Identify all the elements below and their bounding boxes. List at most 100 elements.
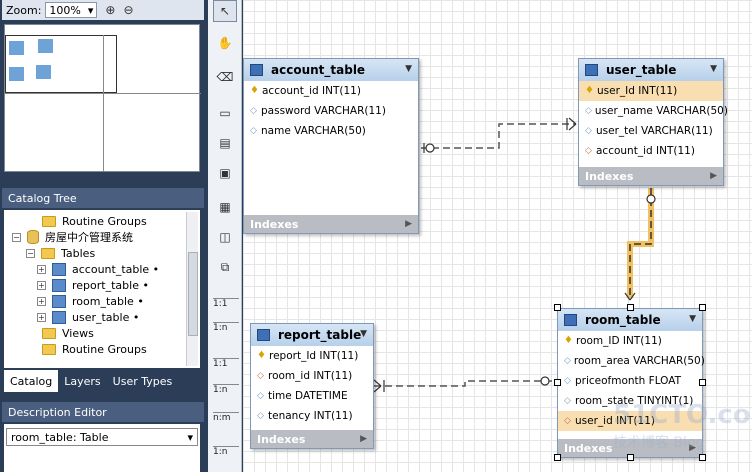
table-tool-icon[interactable]: ▦ bbox=[213, 196, 237, 218]
column-label: priceofmonth FLOAT bbox=[575, 375, 682, 387]
tree-item-table[interactable]: + report_table • bbox=[37, 277, 149, 293]
expand-arrow-icon[interactable]: ▶ bbox=[360, 434, 367, 444]
entity-header[interactable]: report_table ▼ bbox=[251, 324, 373, 346]
layer-tool-icon[interactable]: ▭ bbox=[213, 102, 237, 124]
column-row[interactable]: ♦ room_ID INT(11) bbox=[558, 331, 702, 351]
expand-icon[interactable]: + bbox=[37, 296, 46, 306]
relation-1-n-tool[interactable]: 1:n bbox=[213, 322, 239, 340]
column-row[interactable]: ◇ priceofmonth FLOAT bbox=[558, 371, 702, 391]
left-panel: Zoom: 100% ▾ ⊕ ⊖ Catalog Tree Routine Gr… bbox=[0, 0, 208, 472]
column-row[interactable]: ◇ time DATETIME bbox=[251, 386, 373, 406]
tree-item-routine-groups[interactable]: Routine Groups bbox=[42, 213, 147, 229]
expand-icon[interactable]: + bbox=[37, 312, 46, 322]
tree-scrollbar[interactable] bbox=[186, 212, 198, 366]
collapse-arrow-icon[interactable]: ▼ bbox=[689, 314, 696, 324]
relationship-room-report[interactable] bbox=[373, 376, 556, 393]
column-row[interactable]: ◇ name VARCHAR(50) bbox=[244, 121, 418, 141]
relation-1-n-tool[interactable]: 1:n bbox=[213, 384, 239, 402]
primary-key-icon: ♦ bbox=[257, 350, 266, 361]
resize-handle[interactable] bbox=[699, 304, 706, 311]
column-row[interactable]: ◇ room_area VARCHAR(50) bbox=[558, 351, 705, 371]
entity-header[interactable]: account_table ▼ bbox=[244, 59, 418, 81]
column-label: user_Id INT(11) bbox=[597, 85, 678, 97]
resize-handle[interactable] bbox=[554, 454, 561, 461]
navigator-divider bbox=[103, 35, 104, 171]
entity-report-table[interactable]: report_table ▼ ♦ report_Id INT(11) ◇ roo… bbox=[250, 323, 374, 449]
zoom-value: 100% bbox=[49, 3, 81, 17]
collapse-arrow-icon[interactable]: ▼ bbox=[710, 64, 717, 74]
model-navigator[interactable] bbox=[4, 24, 201, 172]
tree-item-label: account_table • bbox=[72, 262, 160, 276]
resize-handle[interactable] bbox=[627, 304, 634, 311]
indexes-section[interactable]: Indexes ▶ bbox=[579, 167, 723, 185]
column-row[interactable]: ◇ user_tel VARCHAR(11) bbox=[579, 121, 723, 141]
resize-handle[interactable] bbox=[699, 454, 706, 461]
column-row[interactable]: ◇ account_id INT(11) bbox=[579, 141, 723, 161]
entity-account-table[interactable]: account_table ▼ ♦ account_id INT(11) ◇ p… bbox=[243, 58, 419, 234]
resize-handle[interactable] bbox=[627, 454, 634, 461]
note-tool-icon[interactable]: ▤ bbox=[213, 132, 237, 154]
view-tool-icon[interactable]: ◫ bbox=[213, 226, 237, 248]
catalog-tree-header: Catalog Tree bbox=[2, 188, 204, 208]
folder-icon bbox=[42, 215, 56, 227]
resize-handle[interactable] bbox=[554, 304, 561, 311]
pointer-tool-icon[interactable]: ↖ bbox=[213, 0, 237, 22]
relation-n-m-tool[interactable]: n:m bbox=[213, 412, 239, 430]
column-row[interactable]: ◇ password VARCHAR(11) bbox=[244, 101, 418, 121]
tab-catalog[interactable]: Catalog bbox=[4, 370, 59, 392]
catalog-tree[interactable]: Routine Groups − 房屋中介管理系统 − Tables + acc… bbox=[4, 210, 200, 368]
diagram-canvas[interactable]: account_table ▼ ♦ account_id INT(11) ◇ p… bbox=[243, 0, 752, 472]
relation-1-1-tool[interactable]: 1:1 bbox=[213, 298, 239, 316]
routine-tool-icon[interactable]: ⧉ bbox=[213, 256, 237, 278]
collapse-icon[interactable]: − bbox=[26, 248, 35, 258]
panel-tabs: Catalog Layers User Types bbox=[4, 370, 200, 392]
zoom-select[interactable]: 100% ▾ bbox=[45, 2, 98, 18]
expand-arrow-icon[interactable]: ▶ bbox=[710, 171, 717, 181]
resize-handle[interactable] bbox=[699, 379, 706, 386]
relation-1-n-tool[interactable]: 1:n bbox=[213, 446, 239, 464]
collapse-icon[interactable]: − bbox=[12, 232, 21, 242]
resize-handle[interactable] bbox=[554, 379, 561, 386]
column-row[interactable]: ◇ tenancy INT(11) bbox=[251, 406, 373, 426]
entity-title: user_table bbox=[606, 63, 677, 77]
entity-header[interactable]: user_table ▼ bbox=[579, 59, 723, 81]
expand-icon[interactable]: + bbox=[37, 280, 46, 290]
object-select-value: room_table: Table bbox=[11, 430, 109, 444]
column-row[interactable]: ♦ user_Id INT(11) bbox=[579, 81, 723, 101]
collapse-arrow-icon[interactable]: ▼ bbox=[360, 329, 367, 339]
eraser-tool-icon[interactable]: ⌫ bbox=[213, 66, 237, 88]
scrollbar-thumb[interactable] bbox=[188, 252, 198, 336]
relation-1-1-tool[interactable]: 1:1 bbox=[213, 358, 239, 376]
tree-item-tables[interactable]: − Tables bbox=[26, 245, 95, 261]
expand-arrow-icon[interactable]: ▶ bbox=[405, 219, 412, 229]
relationship-user-room[interactable] bbox=[624, 188, 656, 301]
tree-item-table[interactable]: + room_table • bbox=[37, 293, 144, 309]
entity-header[interactable]: room_table ▼ bbox=[558, 309, 702, 331]
hand-tool-icon[interactable]: ✋ bbox=[213, 32, 237, 54]
tree-item-table[interactable]: + user_table • bbox=[37, 309, 139, 325]
zoom-label: Zoom: bbox=[6, 3, 42, 17]
tab-user-types[interactable]: User Types bbox=[107, 370, 179, 392]
image-tool-icon[interactable]: ▣ bbox=[213, 162, 237, 184]
tree-item-schema[interactable]: − 房屋中介管理系统 bbox=[12, 229, 133, 245]
entity-user-table[interactable]: user_table ▼ ♦ user_Id INT(11) ◇ user_na… bbox=[578, 58, 728, 186]
tab-layers[interactable]: Layers bbox=[58, 370, 106, 392]
column-row[interactable]: ◇ room_id INT(11) bbox=[251, 366, 373, 386]
zoom-out-icon[interactable]: ⊖ bbox=[123, 3, 133, 17]
zoom-bar: Zoom: 100% ▾ ⊕ ⊖ bbox=[2, 0, 204, 20]
column-label: room_id INT(11) bbox=[268, 370, 353, 382]
tree-item-views[interactable]: Views bbox=[42, 325, 94, 341]
tree-item-table[interactable]: + account_table • bbox=[37, 261, 159, 277]
column-row[interactable]: ♦ account_id INT(11) bbox=[244, 81, 418, 101]
indexes-section[interactable]: Indexes ▶ bbox=[251, 430, 373, 448]
collapse-arrow-icon[interactable]: ▼ bbox=[405, 64, 412, 74]
tree-item-routine-groups[interactable]: Routine Groups bbox=[42, 341, 147, 357]
zoom-in-icon[interactable]: ⊕ bbox=[105, 3, 115, 17]
column-row[interactable]: ◇ user_name VARCHAR(50) bbox=[579, 101, 728, 121]
expand-icon[interactable]: + bbox=[37, 264, 46, 274]
column-label: account_id INT(11) bbox=[262, 85, 361, 97]
indexes-section[interactable]: Indexes ▶ bbox=[244, 215, 418, 233]
column-row[interactable]: ♦ report_Id INT(11) bbox=[251, 346, 373, 366]
object-select[interactable]: room_table: Table ▾ bbox=[6, 428, 198, 446]
relationship-account-user[interactable] bbox=[421, 117, 577, 153]
